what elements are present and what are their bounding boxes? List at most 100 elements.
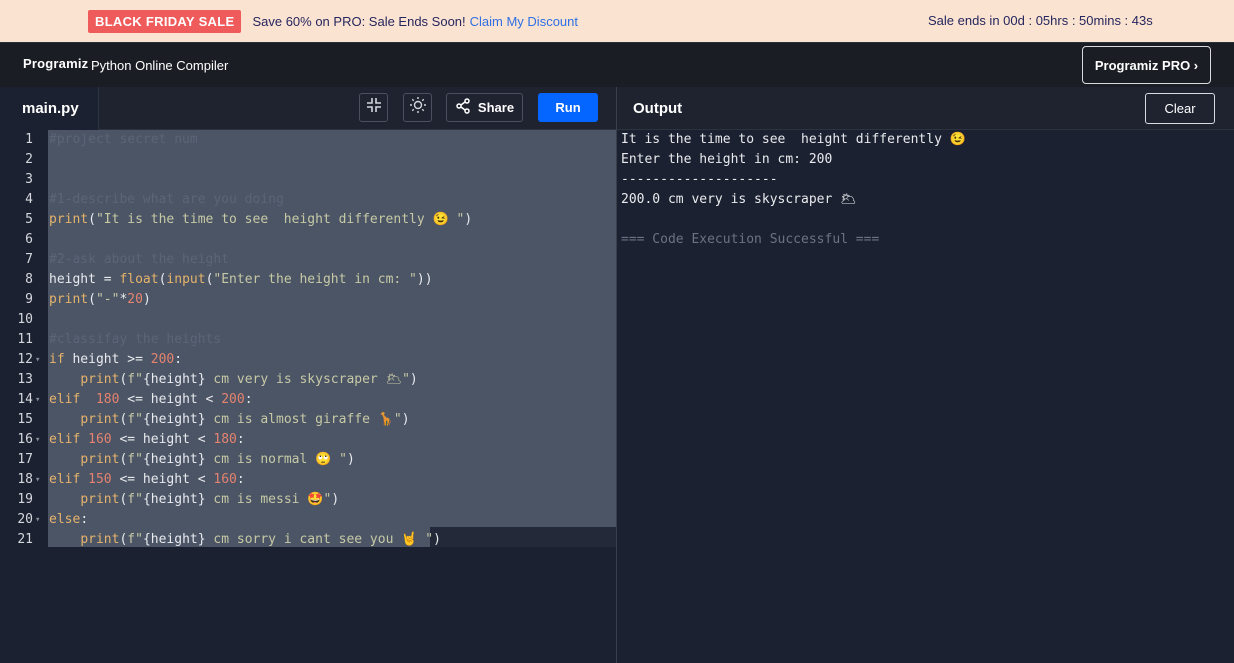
sale-badge: BLACK FRIDAY SALE xyxy=(88,9,242,33)
code-token: {height} xyxy=(142,452,206,467)
output-title: Output xyxy=(633,100,683,117)
code-token: {height} xyxy=(142,492,206,507)
line-number: 1 xyxy=(25,132,33,147)
code-text: #2-ask about the height xyxy=(49,252,230,267)
line-number: 13 xyxy=(17,372,33,387)
line-number: 7 xyxy=(25,252,33,267)
code-token: 150 xyxy=(88,472,112,487)
line-number: 2 xyxy=(25,152,33,167)
code-token: print xyxy=(80,492,120,507)
app-header: Programiz Python Online Compiler Program… xyxy=(0,42,1234,87)
line-number: 6 xyxy=(25,232,33,247)
code-token: f" xyxy=(127,492,143,507)
promo-message: Save 60% on PRO: Sale Ends Soon! xyxy=(252,13,466,29)
clear-button[interactable]: Clear xyxy=(1145,93,1215,124)
output-line: 200.0 cm very is skyscraper 🌥 xyxy=(621,192,857,207)
line-number: 19 xyxy=(17,492,33,507)
code-token: "Enter the height in cm: " xyxy=(213,272,417,287)
tab-main-py[interactable]: main.py xyxy=(0,87,99,130)
code-token: print xyxy=(80,412,120,427)
execution-status: === Code Execution Successful === xyxy=(621,232,880,247)
code-token: "-" xyxy=(95,292,120,307)
code-token: elif xyxy=(49,392,81,407)
share-label: Share xyxy=(477,100,515,115)
active-line-highlight xyxy=(430,527,616,547)
line-number: 9 xyxy=(25,292,33,307)
fold-arrow-icon[interactable]: ▾ xyxy=(35,350,40,370)
code-token: 200 xyxy=(221,392,245,407)
code-token: f" xyxy=(127,412,143,427)
panel-divider[interactable] xyxy=(616,87,617,663)
programiz-pro-button[interactable]: Programiz PRO › xyxy=(1082,46,1211,84)
code-token: cm very is skyscraper 🌥" xyxy=(205,372,410,387)
code-token: 180 xyxy=(213,432,237,447)
code-token: 20 xyxy=(127,292,143,307)
code-token: {height} xyxy=(142,372,206,387)
line-number: 17 xyxy=(17,452,33,467)
logo-text: Programiz xyxy=(23,56,89,71)
code-token: height >= xyxy=(64,352,151,367)
code-token: if xyxy=(49,352,65,367)
run-button[interactable]: Run xyxy=(538,93,598,122)
editor-toolbar: main.py Share Run xyxy=(0,87,1234,130)
fold-arrow-icon[interactable]: ▾ xyxy=(35,430,40,450)
sale-countdown: Sale ends in 00d : 05hrs : 50mins : 43s xyxy=(928,13,1153,28)
line-number: 16 xyxy=(17,432,33,447)
line-number: 12 xyxy=(17,352,33,367)
programiz-logo[interactable]: Programiz xyxy=(23,56,88,71)
output-console[interactable]: It is the time to see height differently… xyxy=(621,130,966,250)
line-number: 11 xyxy=(17,332,33,347)
fold-arrow-icon[interactable]: ▾ xyxy=(35,510,40,530)
code-token: cm is normal 🙄 " xyxy=(205,452,347,467)
code-token: 160 xyxy=(213,472,237,487)
code-token: print xyxy=(80,372,120,387)
claim-discount-link[interactable]: Claim My Discount xyxy=(470,14,578,29)
line-number: 20 xyxy=(17,512,33,527)
code-text: #1-describe what are you doing xyxy=(49,192,284,207)
theme-toggle-button[interactable] xyxy=(403,93,432,122)
share-icon xyxy=(455,98,471,117)
code-editor[interactable]: 1 #project secret num 2 3 4 #1-describe wh… xyxy=(0,130,616,663)
sun-icon xyxy=(409,96,427,119)
app-title: Python Online Compiler xyxy=(91,58,229,73)
code-token: print xyxy=(49,212,89,227)
line-number: 18 xyxy=(17,472,33,487)
collapse-icon xyxy=(366,97,382,118)
code-token: f" xyxy=(127,452,143,467)
output-line: It is the time to see height differently… xyxy=(621,132,966,147)
output-line: -------------------- xyxy=(621,172,778,187)
code-token: float xyxy=(119,272,159,287)
code-token: <= height < xyxy=(119,392,222,407)
code-token: elif xyxy=(49,432,81,447)
exit-fullscreen-button[interactable] xyxy=(359,93,388,122)
code-token: <= height < xyxy=(111,432,214,447)
fold-arrow-icon[interactable]: ▾ xyxy=(35,470,40,490)
line-number: 15 xyxy=(17,412,33,427)
code-token: f" xyxy=(127,372,143,387)
code-token: print xyxy=(80,452,120,467)
code-token: print xyxy=(80,532,120,547)
code-token: 200 xyxy=(150,352,175,367)
code-token: print xyxy=(49,292,89,307)
code-token: elif xyxy=(49,472,81,487)
code-token: input xyxy=(166,272,206,287)
line-number: 10 xyxy=(17,312,33,327)
code-token: "It is the time to see height differentl… xyxy=(95,212,465,227)
code-text: #project secret num xyxy=(49,132,198,147)
code-token: 160 xyxy=(88,432,112,447)
fold-arrow-icon[interactable]: ▾ xyxy=(35,390,40,410)
line-number: 5 xyxy=(25,212,33,227)
line-number: 3 xyxy=(25,172,33,187)
code-token: cm is messi 🤩" xyxy=(205,492,332,507)
code-token: height = xyxy=(49,272,120,287)
code-token: {height} xyxy=(142,412,206,427)
code-token: cm is almost giraffe 🦒" xyxy=(205,412,402,427)
code-token: 180 xyxy=(95,392,120,407)
code-text: #classifay the heights xyxy=(49,332,222,347)
code-token: f" xyxy=(127,532,143,547)
code-token: cm sorry i cant see you 🤘 " xyxy=(205,532,434,547)
share-button[interactable]: Share xyxy=(446,93,523,122)
promo-banner: BLACK FRIDAY SALE Save 60% on PRO: Sale … xyxy=(0,0,1234,42)
code-token: {height} xyxy=(142,532,206,547)
